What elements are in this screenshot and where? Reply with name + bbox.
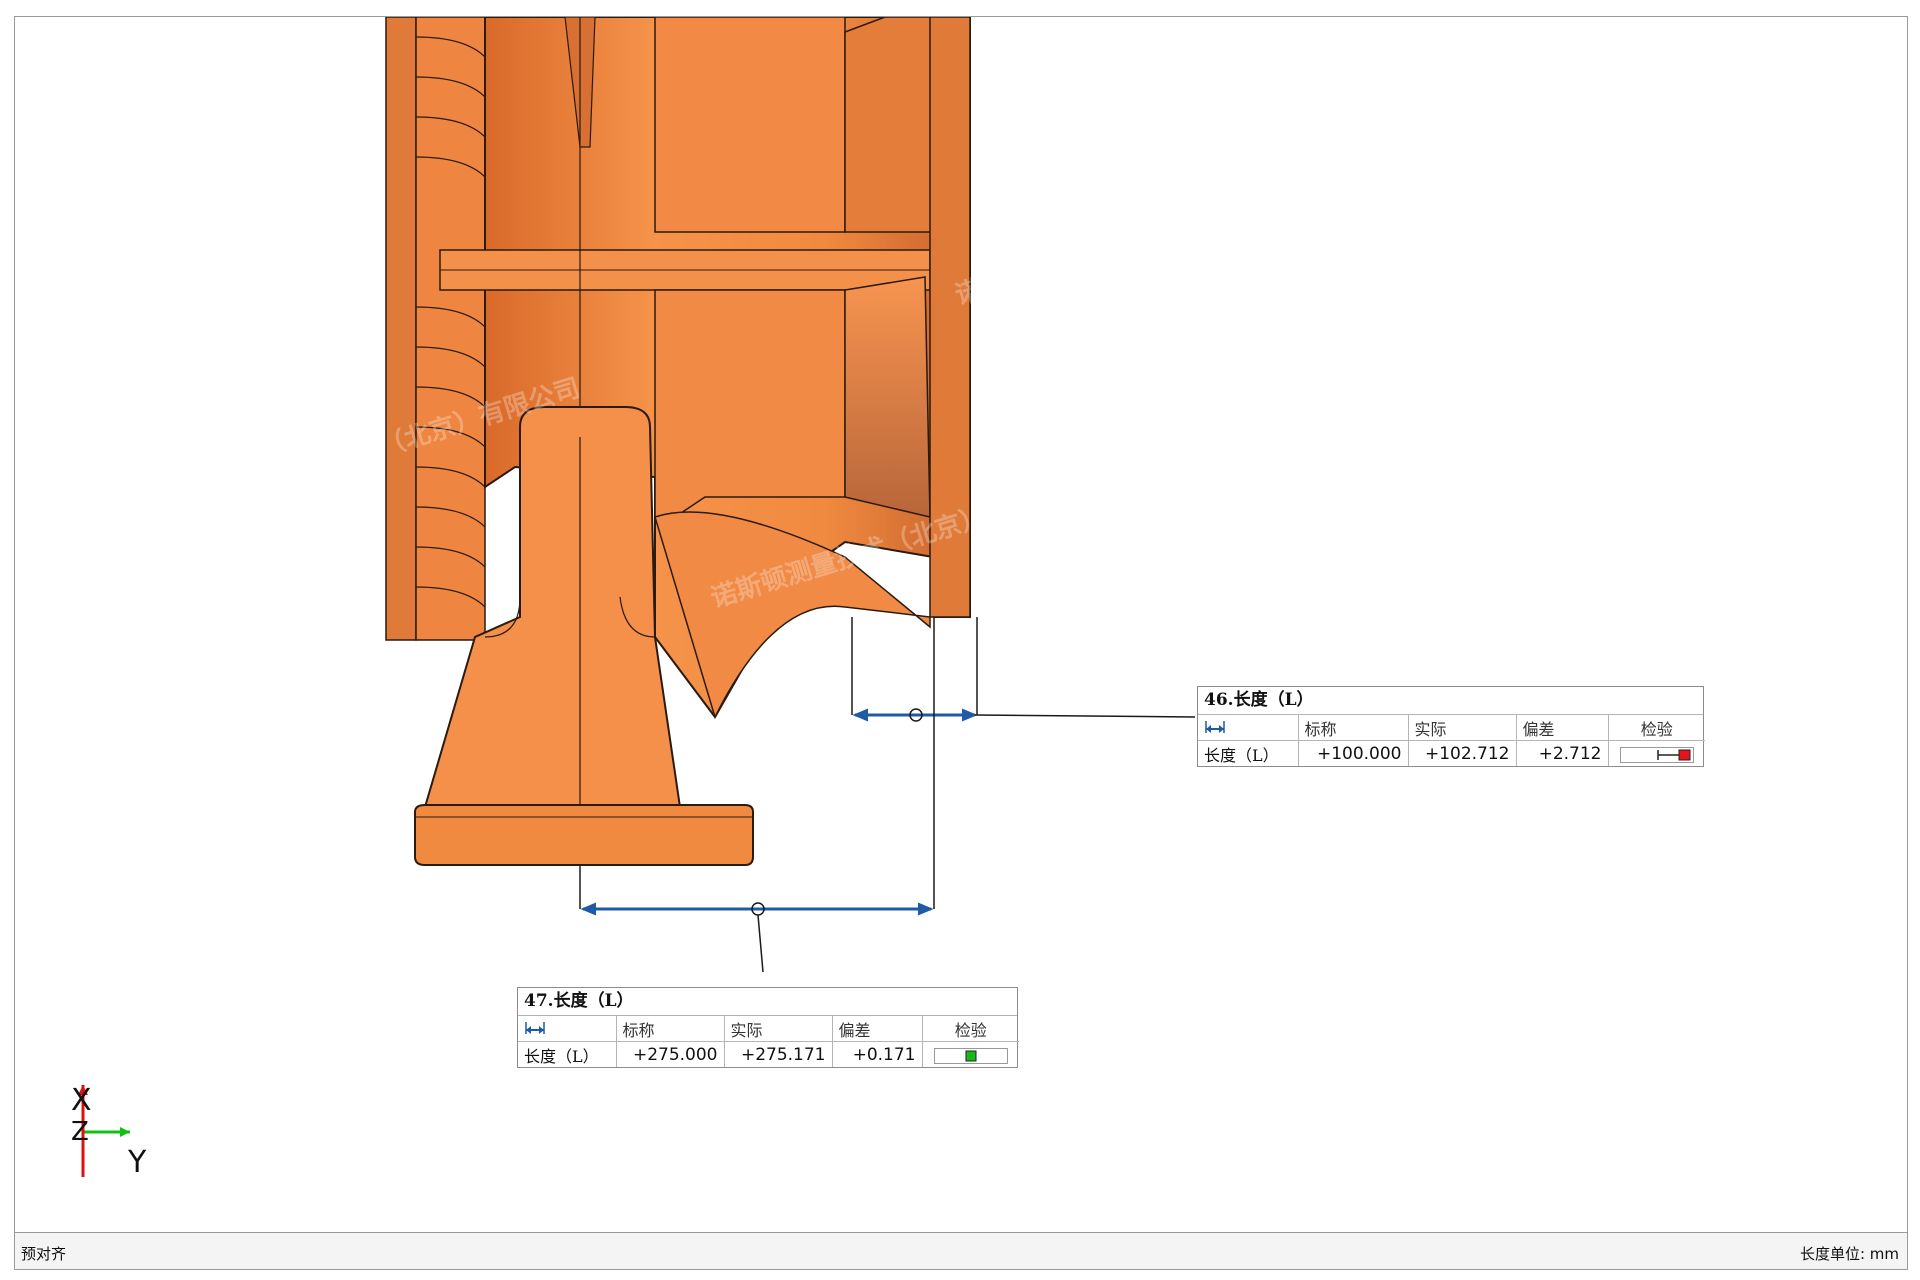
dimension-46 (851, 617, 1196, 722)
deviation-value: +2.712 (1516, 740, 1609, 766)
measurement-callout-47[interactable]: 47.长度（L） 标称 实际 偏差 检验 长度（L） +275.000 +275… (517, 987, 1019, 1068)
header-nominal: 标称 (616, 1016, 725, 1042)
header-check: 检验 (922, 1016, 1019, 1042)
tolerance-bar (933, 1047, 1008, 1064)
nominal-value: +275.000 (616, 1041, 725, 1067)
dimension-type-cell (1198, 715, 1299, 741)
length-dimension-icon (1205, 720, 1225, 733)
measurement-callout-46[interactable]: 46.长度（L） 标称 实际 偏差 检验 长度（L） +100.000 +102… (1197, 686, 1705, 767)
tolerance-pass-icon (965, 1050, 977, 1061)
dimension-type-cell (518, 1016, 617, 1042)
check-status (922, 1042, 1019, 1068)
length-dimension-icon (525, 1021, 545, 1034)
deviation-value: +0.171 (832, 1041, 923, 1067)
row-label: 长度（L） (518, 1041, 617, 1067)
nominal-value: +100.000 (1298, 740, 1409, 766)
header-actual: 实际 (724, 1016, 833, 1042)
tolerance-fail-icon (1657, 749, 1691, 760)
callout-title: 47.长度（L） (518, 988, 1017, 1016)
gear-teeth (385, 17, 486, 641)
row-label: 长度（L） (1198, 740, 1299, 766)
actual-value: +102.712 (1408, 740, 1517, 766)
status-bar: 预对齐 长度单位: mm (15, 1232, 1907, 1269)
axis-z-label: Z (71, 1117, 89, 1147)
check-status (1608, 741, 1705, 767)
callout-title: 46.长度（L） (1198, 687, 1703, 715)
tolerance-bar (1619, 746, 1694, 763)
header-nominal: 标称 (1298, 715, 1409, 741)
axis-y-label: Y (128, 1145, 147, 1180)
header-check: 检验 (1608, 715, 1705, 741)
length-units: 长度单位: mm (1799, 1245, 1899, 1263)
header-actual: 实际 (1408, 715, 1517, 741)
actual-value: +275.171 (724, 1041, 833, 1067)
header-deviation: 偏差 (832, 1016, 923, 1042)
axis-x-label: X (71, 1083, 92, 1118)
alignment-status: 预对齐 (21, 1245, 67, 1263)
header-deviation: 偏差 (1516, 715, 1609, 741)
